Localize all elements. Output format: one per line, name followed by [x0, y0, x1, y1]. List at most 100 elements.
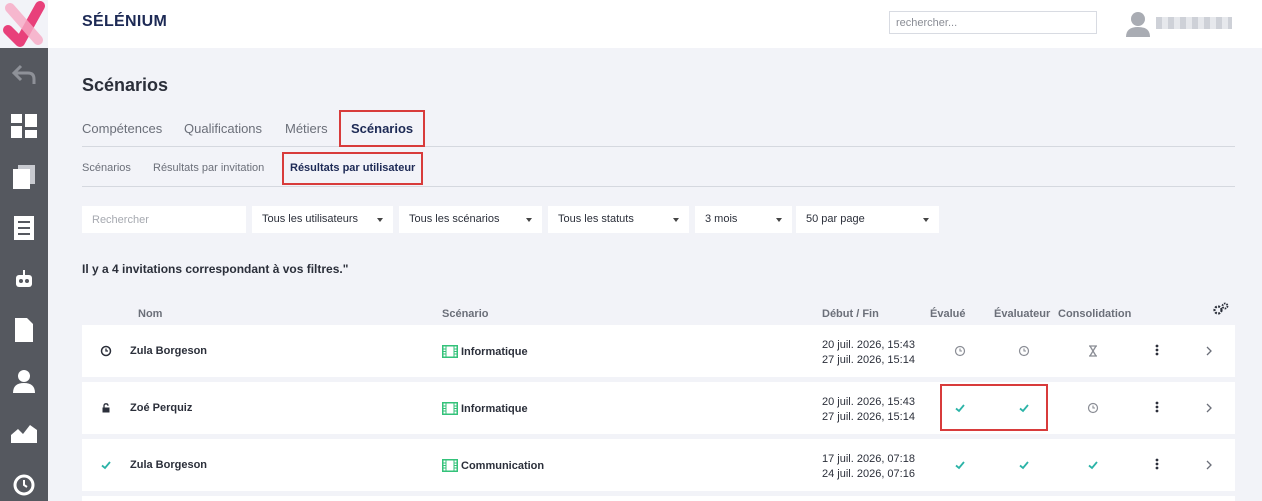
back-arrow-icon: [11, 64, 36, 84]
filter-scenarios-value: Tous les scénarios: [409, 213, 500, 225]
user-avatar-icon: [1126, 12, 1150, 37]
row-end-date: 24 juil. 2026, 07:16: [822, 468, 915, 480]
document-icon: [15, 318, 33, 342]
logo-icon: [3, 1, 45, 47]
sidebar-item-dashboard[interactable]: [0, 101, 48, 151]
table-row[interactable]: [82, 496, 1235, 501]
row-dates: 17 juil. 2026, 07:18 24 juil. 2026, 07:1…: [822, 452, 915, 482]
tab-qualifications[interactable]: Qualifications: [184, 110, 262, 147]
dashboard-icon: [11, 114, 37, 138]
page-title: Scénarios: [82, 75, 169, 95]
filter-users-value: Tous les utilisateurs: [262, 213, 358, 225]
tab-scenarios[interactable]: Scénarios: [339, 110, 426, 147]
row-scenario[interactable]: Informatique: [442, 402, 528, 415]
table-row[interactable]: Zula Borgeson Communication 17 juil. 202…: [82, 439, 1235, 491]
user-icon: [13, 370, 35, 393]
row-end-date: 27 juil. 2026, 15:14: [822, 411, 915, 423]
filter-period-value: 3 mois: [705, 213, 738, 225]
row-scenario[interactable]: Communication: [442, 459, 544, 472]
sidebar: [0, 0, 48, 501]
clock-icon: [13, 474, 35, 496]
sidebar-item-list[interactable]: [0, 203, 48, 253]
results-count: Il y a 4 invitations correspondant à vos…: [82, 262, 349, 276]
app-logo[interactable]: [0, 0, 48, 48]
row-start-date: 17 juil. 2026, 07:18: [822, 453, 915, 465]
main-tabs: Compétences Qualifications Métiers Scéna…: [82, 110, 1235, 147]
header-evalue[interactable]: Évalué: [930, 308, 965, 320]
sidebar-item-pages[interactable]: [0, 152, 48, 202]
pending-clock-icon: [1018, 345, 1030, 357]
filter-scenarios-select[interactable]: Tous les scénarios: [399, 206, 542, 233]
filter-status-select[interactable]: Tous les statuts: [548, 206, 689, 233]
more-menu-icon[interactable]: [1155, 401, 1159, 413]
tab-metiers[interactable]: Métiers: [285, 110, 328, 147]
film-icon: [442, 459, 458, 472]
row-scenario-label: Informatique: [461, 345, 528, 358]
user-name-blurred[interactable]: [1156, 17, 1232, 29]
subtab-results-by-invitation[interactable]: Résultats par invitation: [153, 152, 264, 185]
global-search-input[interactable]: [889, 11, 1097, 34]
header-nom[interactable]: Nom: [138, 308, 162, 320]
filter-users-select[interactable]: Tous les utilisateurs: [252, 206, 393, 233]
tab-competences[interactable]: Compétences: [82, 110, 162, 147]
check-icon: [101, 461, 111, 470]
row-dates: 20 juil. 2026, 15:43 27 juil. 2026, 15:1…: [822, 395, 915, 425]
film-icon: [442, 345, 458, 358]
caret-down-icon: [776, 218, 782, 222]
sidebar-item-history[interactable]: [0, 460, 48, 501]
top-bar: SÉLÉNIUM: [48, 0, 1262, 48]
clock-icon: [100, 345, 112, 357]
more-menu-icon[interactable]: [1155, 344, 1159, 356]
chevron-right-icon[interactable]: [1206, 346, 1212, 356]
sidebar-item-document[interactable]: [0, 305, 48, 355]
row-scenario-label: Communication: [461, 459, 545, 472]
sidebar-item-chart[interactable]: [0, 407, 48, 457]
highlight-annotation: [940, 384, 1048, 431]
chevron-right-icon[interactable]: [1206, 403, 1212, 413]
check-icon: [1088, 461, 1098, 470]
row-start-date: 20 juil. 2026, 15:43: [822, 396, 915, 408]
table-row[interactable]: Zoé Perquiz Informatique 20 juil. 2026, …: [82, 382, 1235, 434]
pending-clock-icon: [1087, 402, 1099, 414]
chevron-right-icon[interactable]: [1206, 460, 1212, 470]
filter-per-page-select[interactable]: 50 par page: [796, 206, 939, 233]
user-avatar[interactable]: [1126, 11, 1150, 37]
table-row[interactable]: Zula Borgeson Informatique 20 juil. 2026…: [82, 325, 1235, 377]
row-start-date: 20 juil. 2026, 15:43: [822, 339, 915, 351]
caret-down-icon: [526, 218, 532, 222]
row-scenario-label: Informatique: [461, 402, 528, 415]
sidebar-item-user[interactable]: [0, 356, 48, 406]
header-evaluateur[interactable]: Évaluateur: [994, 308, 1050, 320]
header-consolidation[interactable]: Consolidation: [1058, 308, 1131, 320]
subtab-results-by-user[interactable]: Résultats par utilisateur: [282, 152, 424, 185]
lock-icon: [102, 403, 110, 413]
sub-tabs: Scénarios Résultats par invitation Résul…: [82, 152, 1235, 187]
list-icon: [14, 216, 34, 240]
sidebar-item-robot[interactable]: [0, 254, 48, 304]
row-name[interactable]: Zoé Perquiz: [130, 402, 192, 414]
robot-icon: [16, 270, 32, 287]
settings-gears-icon[interactable]: [1213, 302, 1229, 316]
filter-search-input[interactable]: [82, 206, 246, 233]
pending-clock-icon: [954, 345, 966, 357]
row-name[interactable]: Zula Borgeson: [130, 459, 207, 471]
filter-per-page-value: 50 par page: [806, 213, 865, 225]
sidebar-item-back[interactable]: [0, 50, 48, 100]
app-title: SÉLÉNIUM: [82, 13, 168, 30]
filter-status-value: Tous les statuts: [558, 213, 634, 225]
subtab-scenarios[interactable]: Scénarios: [82, 152, 131, 185]
check-icon: [1019, 461, 1029, 470]
filter-period-select[interactable]: 3 mois: [695, 206, 792, 233]
copy-pages-icon: [13, 165, 35, 189]
row-scenario[interactable]: Informatique: [442, 345, 528, 358]
header-debut-fin[interactable]: Début / Fin: [822, 308, 879, 320]
caret-down-icon: [923, 218, 929, 222]
area-chart-icon: [11, 425, 37, 443]
film-icon: [442, 402, 458, 415]
hourglass-icon: [1089, 345, 1097, 357]
row-name[interactable]: Zula Borgeson: [130, 345, 207, 357]
header-scenario[interactable]: Scénario: [442, 308, 488, 320]
more-menu-icon[interactable]: [1155, 458, 1159, 470]
caret-down-icon: [377, 218, 383, 222]
row-dates: 20 juil. 2026, 15:43 27 juil. 2026, 15:1…: [822, 338, 915, 368]
